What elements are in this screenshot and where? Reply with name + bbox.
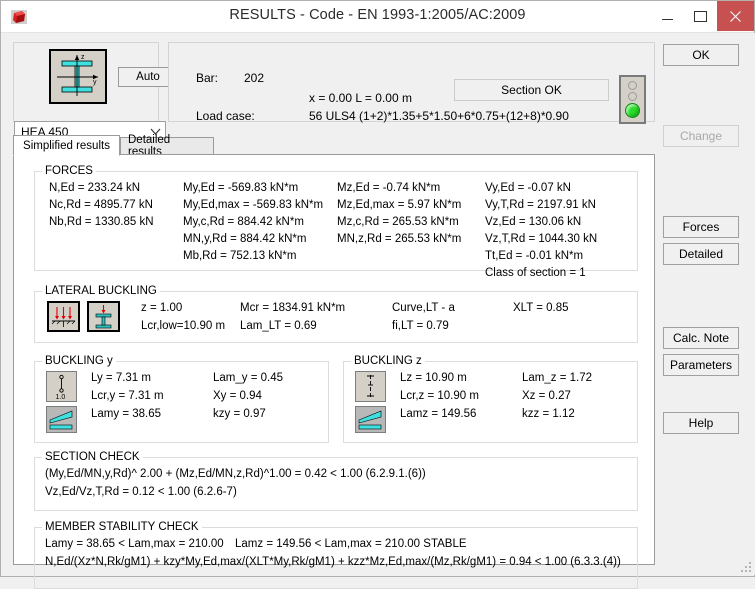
forces-mz-c-rd: Mz,c,Rd = 265.53 kN*m <box>337 216 459 228</box>
section-panel: z y Auto <box>13 42 178 122</box>
lb-lcr-low: Lcr,low=10.90 m <box>141 320 226 332</box>
lb-xlt: XLT = 0.85 <box>513 302 569 314</box>
forces-group: FORCES N,Ed = 233.24 kN Nc,Rd = 4895.77 … <box>34 165 638 279</box>
forces-my-ed-max: My,Ed,max = -569.83 kN*m <box>183 199 324 211</box>
lb-fi-lt: fi,LT = 0.79 <box>392 320 449 332</box>
buckling-z-group: BUCKLING z Lz = 10.90 m Lcr,z = 10.90 m … <box>343 355 638 443</box>
lb-z: z = 1.00 <box>141 302 183 314</box>
by-lamy: Lamy = 38.65 <box>91 408 162 420</box>
ok-button[interactable]: OK <box>663 44 739 66</box>
load-case-label: Load case: <box>196 109 255 123</box>
msc-lamy-line: Lamy = 38.65 < Lam,max = 210.00 <box>45 538 224 550</box>
lateral-buckling-group: LATERAL BUCKLING z = 1.00 Lcr,low=10.90 … <box>34 285 638 343</box>
bz-xz: Xz = 0.27 <box>522 390 571 402</box>
svg-text:z: z <box>81 54 85 61</box>
buckling-z-length-coefficient-icon[interactable] <box>355 371 386 402</box>
member-stability-check-group: MEMBER STABILITY CHECK Lamy = 38.65 < La… <box>34 521 638 589</box>
close-button[interactable] <box>717 1 754 31</box>
msc-lamz-line: Lamz = 149.56 < Lam,max = 210.00 STABLE <box>235 538 467 550</box>
forces-mn-z-rd: MN,z,Rd = 265.53 kN*m <box>337 233 462 245</box>
forces-vz-t-rd: Vz,T,Rd = 1044.30 kN <box>485 233 598 245</box>
forces-vy-ed: Vy,Ed = -0.07 kN <box>485 182 571 194</box>
detailed-button[interactable]: Detailed <box>663 243 739 265</box>
by-lcr-y: Lcr,y = 7.31 m <box>91 390 164 402</box>
section-check-line-1: (My,Ed/MN,y,Rd)^ 2.00 + (Mz,Ed/MN,z,Rd)^… <box>45 468 426 480</box>
forces-class: Class of section = 1 <box>485 267 586 279</box>
by-ly: Ly = 7.31 m <box>91 372 151 384</box>
bz-lamz: Lamz = 149.56 <box>400 408 477 420</box>
tab-detailed-results[interactable]: Detailed results <box>120 134 214 158</box>
traffic-light-red <box>628 81 637 90</box>
calc-note-button[interactable]: Calc. Note <box>663 327 739 349</box>
maximize-button[interactable] <box>684 1 717 31</box>
tab-simplified-results[interactable]: Simplified results <box>13 135 120 156</box>
simplified-results-panel: FORCES N,Ed = 233.24 kN Nc,Rd = 4895.77 … <box>13 154 655 589</box>
member-stability-group-title: MEMBER STABILITY CHECK <box>42 521 202 533</box>
window-title: RESULTS - Code - EN 1993-1:2005/AC:2009 <box>229 7 526 23</box>
section-check-group: SECTION CHECK (My,Ed/MN,y,Rd)^ 2.00 + (M… <box>34 451 638 511</box>
help-button[interactable]: Help <box>663 412 739 434</box>
forces-my-c-rd: My,c,Rd = 884.42 kN*m <box>183 216 304 228</box>
bz-lcr-z: Lcr,z = 10.90 m <box>400 390 479 402</box>
traffic-light-indicator <box>619 75 646 124</box>
lb-curve-lt: Curve,LT - a <box>392 302 455 314</box>
svg-text:y: y <box>93 79 97 86</box>
forces-vy-t-rd: Vy,T,Rd = 2197.91 kN <box>485 199 596 211</box>
minimize-button[interactable] <box>651 1 684 31</box>
forces-vz-ed: Vz,Ed = 130.06 kN <box>485 216 582 228</box>
forces-mz-ed: Mz,Ed = -0.74 kN*m <box>337 182 441 194</box>
resize-grip[interactable] <box>740 560 752 572</box>
bar-label: Bar: <box>196 71 219 85</box>
bz-lz: Lz = 10.90 m <box>400 372 467 384</box>
buckling-y-group-title: BUCKLING y <box>42 355 116 367</box>
buckling-y-group: BUCKLING y 1.0 Ly = 7.31 m Lcr,y = 7.31 … <box>34 355 329 443</box>
forces-nb-rd: Nb,Rd = 1330.85 kN <box>49 216 154 228</box>
section-check-line-2: Vz,Ed/Vz,T,Rd = 0.12 < 1.00 (6.2.6-7) <box>45 486 237 498</box>
dialog-client-area: z y Auto HEA 450 Bar: 202 x = 0.00 L = 0… <box>2 33 755 589</box>
msc-formula: N,Ed/(Xz*N,Rk/gM1) + kzy*My,Ed,max/(XLT*… <box>45 556 621 568</box>
change-button[interactable]: Change <box>663 125 739 147</box>
by-xy: Xy = 0.94 <box>213 390 262 402</box>
by-lam-y: Lam_y = 0.45 <box>213 372 284 384</box>
forces-mn-y-rd: MN,y,Rd = 884.42 kN*m <box>183 233 307 245</box>
buckling-y-length-coefficient-icon[interactable]: 1.0 <box>46 371 77 402</box>
lb-mcr: Mcr = 1834.91 kN*m <box>240 302 346 314</box>
traffic-light-green <box>625 103 640 118</box>
bz-lam-z: Lam_z = 1.72 <box>522 372 593 384</box>
buckling-y-moment-diagram-icon[interactable] <box>46 406 77 433</box>
forces-mb-rd: Mb,Rd = 752.13 kN*m <box>183 250 297 262</box>
forces-group-title: FORCES <box>42 165 96 177</box>
lb-lam-lt: Lam_LT = 0.69 <box>240 320 317 332</box>
title-bar: RESULTS - Code - EN 1993-1:2005/AC:2009 <box>1 1 754 33</box>
parameters-button[interactable]: Parameters <box>663 354 739 376</box>
load-case-value: 56 ULS4 (1+2)*1.35+5*1.50+6*0.75+(12+8)*… <box>309 109 569 123</box>
i-beam-section-icon[interactable]: z y <box>49 49 107 104</box>
forces-n-ed: N,Ed = 233.24 kN <box>49 182 141 194</box>
lateral-load-diagram-icon[interactable] <box>47 301 80 332</box>
bar-position: x = 0.00 L = 0.00 m <box>309 91 412 105</box>
forces-my-ed: My,Ed = -569.83 kN*m <box>183 182 299 194</box>
forces-nc-rd: Nc,Rd = 4895.77 kN <box>49 199 153 211</box>
traffic-light-yellow <box>628 92 637 101</box>
forces-tt-ed: Tt,Ed = -0.01 kN*m <box>485 250 584 262</box>
forces-button[interactable]: Forces <box>663 216 739 238</box>
buckling-z-group-title: BUCKLING z <box>351 355 425 367</box>
forces-mz-ed-max: Mz,Ed,max = 5.97 kN*m <box>337 199 462 211</box>
bz-kzz: kzz = 1.12 <box>522 408 575 420</box>
status-badge: Section OK <box>454 79 609 101</box>
section-check-group-title: SECTION CHECK <box>42 451 143 463</box>
svg-text:1.0: 1.0 <box>56 394 66 401</box>
buckling-z-moment-diagram-icon[interactable] <box>355 406 386 433</box>
lateral-buckling-group-title: LATERAL BUCKLING <box>42 285 160 297</box>
bar-value: 202 <box>244 71 265 85</box>
tab-strip: Simplified results Detailed results <box>13 134 655 158</box>
results-dialog-window: RESULTS - Code - EN 1993-1:2005/AC:2009 … <box>0 0 755 589</box>
by-kzy: kzy = 0.97 <box>213 408 266 420</box>
i-section-restraint-icon[interactable] <box>87 301 120 332</box>
